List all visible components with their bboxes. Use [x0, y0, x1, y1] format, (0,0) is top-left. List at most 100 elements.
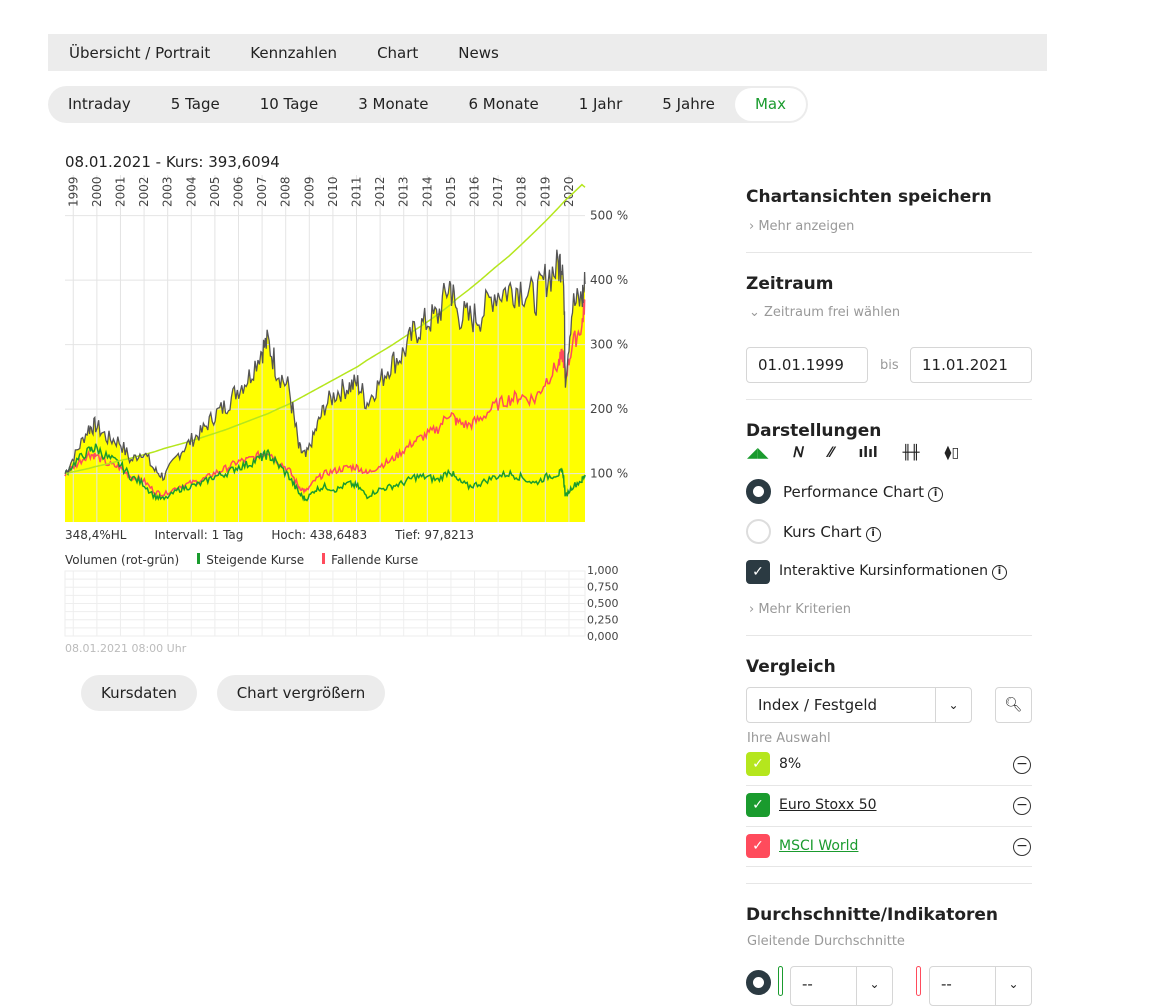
range-5d[interactable]: 5 Tage — [151, 88, 240, 121]
bar-chart-icon[interactable]: ılıl — [858, 445, 877, 461]
x-tick-label: 2010 — [326, 176, 340, 207]
remove-icon[interactable]: − — [1013, 797, 1031, 815]
volume-tick-label: 0,250 — [587, 614, 619, 627]
display-title: Darstellungen — [746, 421, 882, 441]
sel-msci-link[interactable]: MSCI World — [779, 838, 858, 854]
range-tabs: Intraday 5 Tage 10 Tage 3 Monate 6 Monat… — [48, 86, 808, 123]
sel-eurostoxx-checkbox[interactable]: ✓ — [746, 793, 770, 817]
range-1y[interactable]: 1 Jahr — [559, 88, 643, 121]
ma1-color-icon — [778, 966, 783, 996]
interactive-checkbox[interactable]: ✓ — [746, 560, 770, 584]
more-link[interactable]: › Mehr anzeigen — [749, 219, 854, 234]
y-tick-label: 400 % — [590, 273, 628, 287]
chevron-down-icon[interactable]: ⌄ — [935, 688, 971, 722]
sel-msci-checkbox[interactable]: ✓ — [746, 834, 770, 858]
remove-icon[interactable]: − — [1013, 756, 1031, 774]
performance-chart[interactable]: 1999 2000 2001 2002 2003 2004 2005 2006 2007 2008… — [0, 170, 640, 530]
divider — [746, 635, 1032, 636]
volume-timestamp: 08.01.2021 08:00 Uhr — [65, 642, 187, 655]
x-tick-label: 2005 — [208, 176, 222, 207]
volume-tick-label: 0,000 — [587, 630, 619, 643]
nav-news[interactable]: News — [458, 44, 499, 62]
free-period-toggle[interactable]: ⌄ Zeitraum frei wählen — [749, 305, 900, 320]
info-icon[interactable]: i — [865, 527, 881, 542]
info-icon[interactable]: i — [991, 565, 1007, 580]
x-tick-label: 2012 — [373, 176, 387, 207]
sel-eurostoxx-link[interactable]: Euro Stoxx 50 — [779, 797, 877, 813]
chart-type-icons: ◢◣ 𝑁 ⁄⁄ ılıl ╫╫ ⧫▯ — [747, 445, 959, 461]
x-tick-label: 1999 — [66, 176, 80, 207]
nav-kennzahlen[interactable]: Kennzahlen — [250, 44, 337, 62]
up-marker-icon — [197, 553, 201, 564]
down-marker-icon — [322, 553, 326, 564]
range-3m[interactable]: 3 Monate — [338, 88, 448, 121]
stat-interval: Intervall: 1 Tag — [154, 528, 244, 542]
range-10d[interactable]: 10 Tage — [240, 88, 338, 121]
chevron-down-icon[interactable]: ⌄ — [856, 967, 892, 1005]
stat-low: Tief: 97,8213 — [395, 528, 475, 542]
remove-icon[interactable]: − — [1013, 838, 1031, 856]
ma-label: Gleitende Durchschnitte — [747, 934, 905, 949]
ohlc-icon[interactable]: ╫╫ — [903, 445, 920, 461]
divider — [746, 866, 1032, 867]
search-button[interactable]: 🔍︎ — [995, 687, 1032, 723]
x-tick-label: 2008 — [279, 176, 293, 207]
area-chart-icon[interactable]: ◢◣ — [747, 445, 769, 461]
x-tick-label: 2011 — [350, 176, 364, 207]
x-tick-label: 2000 — [90, 176, 104, 207]
to-date-input[interactable]: 11.01.2021 — [910, 347, 1032, 383]
period-title: Zeitraum — [746, 274, 834, 294]
performance-radio[interactable] — [746, 479, 771, 504]
y-tick-label: 300 % — [590, 338, 628, 352]
compare-select[interactable]: Index / Festgeld ⌄ — [746, 687, 972, 723]
kurs-radio[interactable] — [746, 519, 771, 544]
performance-label: Performance Chart i — [783, 483, 944, 502]
range-5y[interactable]: 5 Jahre — [642, 88, 735, 121]
chevron-down-icon[interactable]: ⌄ — [995, 967, 1031, 1005]
y-tick-label: 200 % — [590, 402, 628, 416]
more-criteria-label: Mehr Kriterien — [758, 602, 852, 617]
divider — [746, 252, 1032, 253]
x-tick-label: 2019 — [538, 176, 552, 207]
range-6m[interactable]: 6 Monate — [448, 88, 558, 121]
save-views-title: Chartansichten speichern — [746, 187, 992, 207]
x-tick-label: 2009 — [302, 176, 316, 207]
y-tick-label: 500 % — [590, 209, 628, 223]
more-criteria-link[interactable]: › Mehr Kriterien — [749, 602, 851, 617]
enlarge-chart-button[interactable]: Chart vergrößern — [217, 675, 385, 711]
ma1-select[interactable]: -- ⌄ — [790, 966, 893, 1006]
stat-hl: 348,4%HL — [65, 528, 127, 542]
ma-radio[interactable] — [746, 970, 771, 995]
interactive-label: Interaktive Kursinformationen i — [779, 563, 1007, 580]
chart-header: 08.01.2021 - Kurs: 393,6094 — [65, 153, 280, 171]
range-max[interactable]: Max — [734, 88, 806, 121]
nav-overview[interactable]: Übersicht / Portrait — [69, 44, 210, 62]
x-tick-label: 2003 — [161, 176, 175, 207]
from-date-input[interactable]: 01.01.1999 — [746, 347, 868, 383]
x-tick-label: 2015 — [444, 176, 458, 207]
line-chart-icon[interactable]: 𝑁 — [794, 445, 804, 461]
x-tick-label: 2016 — [468, 176, 482, 207]
candlestick-icon[interactable]: ⧫▯ — [945, 445, 960, 461]
ma2-select[interactable]: -- ⌄ — [929, 966, 1032, 1006]
divider — [746, 826, 1032, 827]
nav-chart[interactable]: Chart — [377, 44, 418, 62]
sel-8pct-checkbox[interactable]: ✓ — [746, 752, 770, 776]
volume-tick-label: 1,000 — [587, 565, 619, 577]
volume-tick-label: 0,750 — [587, 581, 619, 594]
divider — [746, 883, 1032, 884]
indicators-title: Durchschnitte/Indikatoren — [746, 905, 999, 925]
more-label: Mehr anzeigen — [758, 219, 855, 234]
range-intraday[interactable]: Intraday — [48, 88, 151, 121]
chart-stats: 348,4%HL Intervall: 1 Tag Hoch: 438,6483… — [65, 528, 474, 542]
x-tick-label: 2014 — [420, 176, 434, 207]
compare-title: Vergleich — [746, 657, 836, 677]
kursdaten-button[interactable]: Kursdaten — [81, 675, 197, 711]
x-tick-label: 2018 — [515, 176, 529, 207]
info-icon[interactable]: i — [928, 487, 944, 502]
bis-label: bis — [880, 358, 899, 373]
your-selection-label: Ihre Auswahl — [747, 731, 831, 746]
top-nav: Übersicht / Portrait Kennzahlen Chart Ne… — [48, 34, 1047, 71]
dotted-line-icon[interactable]: ⁄⁄ — [829, 445, 834, 461]
ma2-color-icon — [916, 966, 921, 996]
